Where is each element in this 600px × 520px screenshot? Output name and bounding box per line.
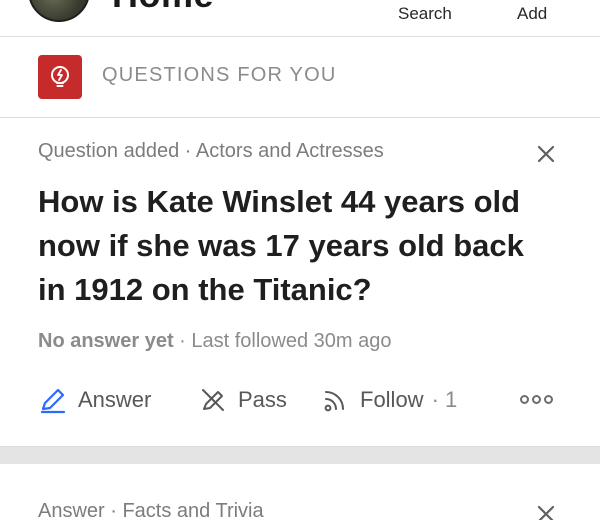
action-bar: Answer Pass Follow · 1	[38, 382, 568, 418]
section-header: QUESTIONS FOR YOU	[0, 38, 600, 118]
lightbulb-icon	[38, 55, 82, 99]
answer-button[interactable]: Answer	[38, 382, 151, 418]
question-card: Question added · Actors and Actresses Ho…	[0, 118, 600, 446]
avatar[interactable]	[28, 0, 90, 22]
rss-icon	[324, 391, 344, 412]
status-last-followed: · Last followed 30m ago	[173, 330, 392, 352]
page-title: Home	[112, 0, 214, 16]
pass-label: Pass	[238, 387, 287, 412]
next-card-close-icon[interactable]	[534, 502, 558, 520]
follow-label: Follow	[360, 387, 424, 412]
section-title: QUESTIONS FOR YOU	[102, 64, 337, 86]
answer-label: Answer	[78, 387, 152, 412]
nav-search-button[interactable]: Search	[398, 4, 452, 24]
follow-button[interactable]: Follow · 1	[320, 382, 457, 418]
card-divider	[0, 446, 600, 464]
next-card: Answer · Facts and Trivia	[0, 464, 600, 520]
question-status: No answer yet · Last followed 30m ago	[38, 330, 392, 353]
follow-count: · 1	[431, 387, 458, 412]
top-bar: Home Search Add	[0, 0, 600, 37]
pass-button[interactable]: Pass	[198, 382, 287, 418]
close-icon[interactable]	[534, 142, 558, 166]
pass-pencil-icon	[202, 389, 224, 411]
nav-add-button[interactable]: Add	[517, 4, 547, 24]
question-title[interactable]: How is Kate Winslet 44 years old now if …	[38, 180, 558, 312]
pencil-icon	[40, 388, 66, 414]
status-no-answer: No answer yet	[38, 330, 174, 352]
question-meta[interactable]: Question added · Actors and Actresses	[38, 140, 384, 163]
next-card-meta[interactable]: Answer · Facts and Trivia	[38, 500, 264, 520]
more-options-icon[interactable]	[520, 392, 556, 406]
